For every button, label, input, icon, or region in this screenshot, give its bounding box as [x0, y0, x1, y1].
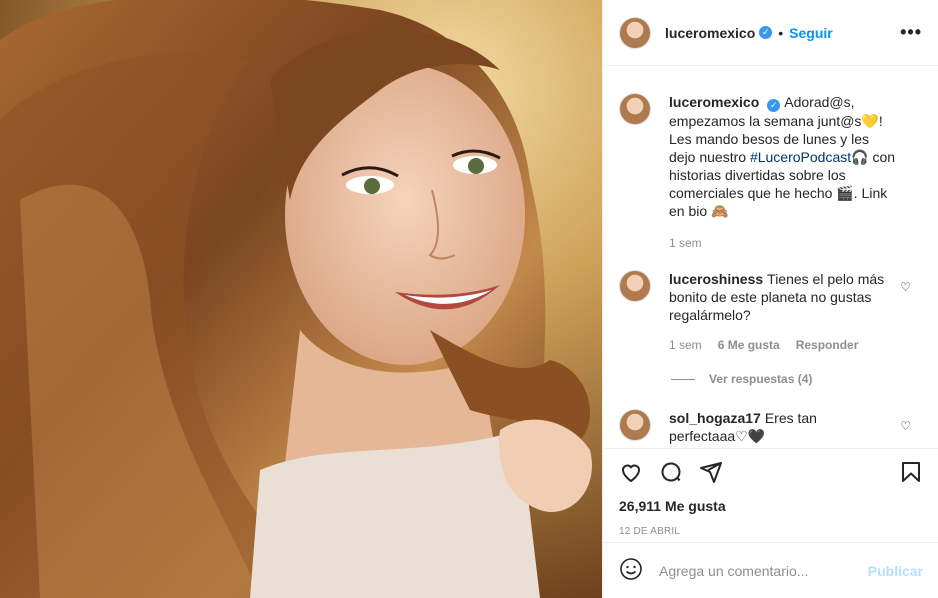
- heart-emoji: 💛: [861, 113, 879, 129]
- author-username[interactable]: luceromexico: [665, 25, 755, 41]
- comment-time[interactable]: 1 sem: [669, 338, 702, 352]
- hashtag-link[interactable]: #LuceroPodcast: [750, 149, 851, 165]
- replies-line: [671, 378, 695, 380]
- comment-input[interactable]: [659, 562, 868, 579]
- comments-list[interactable]: luceromexico ✓ Adorad@s, empezamos la sema…: [603, 67, 938, 448]
- post-actions: 26,911 Me gusta 12 DE ABRIL: [603, 448, 938, 537]
- caption-time[interactable]: 1 sem: [669, 236, 702, 250]
- clapper-emoji: 🎬: [836, 185, 854, 201]
- reply-button[interactable]: Responder: [796, 338, 859, 352]
- commenter-username[interactable]: luceroshiness: [669, 271, 763, 287]
- likes-count[interactable]: 26,911 Me gusta: [603, 498, 938, 514]
- heart-icon[interactable]: [619, 460, 643, 487]
- author-avatar[interactable]: [619, 16, 651, 49]
- caption-text: luceromexico ✓ Adorad@s, empezamos la sema…: [669, 93, 899, 220]
- comment-text: luceroshiness Tienes el pelo más bonito d…: [669, 270, 899, 324]
- comment-item: luceroshiness Tienes el pelo más bonito d…: [603, 270, 938, 352]
- separator-dot: •: [778, 24, 784, 41]
- add-comment-bar: Publicar: [603, 542, 938, 598]
- emoji-icon[interactable]: [619, 557, 643, 584]
- more-options-icon[interactable]: •••: [900, 22, 922, 43]
- face-emoji: 🙈: [711, 203, 729, 219]
- comment-likes[interactable]: 6 Me gusta: [718, 338, 780, 352]
- comment-item: sol_hogaza17 Eres tan perfectaaa♡🖤 ♡: [603, 409, 938, 445]
- commenter-avatar[interactable]: [619, 409, 651, 441]
- post-header: luceromexico ✓ • Seguir •••: [603, 0, 938, 66]
- comment-heart-icon[interactable]: ♡: [900, 419, 911, 433]
- post-image[interactable]: [0, 0, 602, 598]
- share-icon[interactable]: [699, 460, 723, 487]
- commenter-username[interactable]: sol_hogaza17: [669, 410, 761, 426]
- view-replies-label: Ver respuestas (4): [709, 372, 813, 386]
- post-sidebar: luceromexico ✓ • Seguir ••• luceromexico…: [602, 0, 938, 598]
- comment-icon[interactable]: [659, 460, 683, 487]
- post-view: luceromexico ✓ • Seguir ••• luceromexico…: [0, 0, 938, 598]
- comment-text: sol_hogaza17 Eres tan perfectaaa♡🖤: [669, 409, 899, 445]
- publish-button[interactable]: Publicar: [868, 563, 923, 579]
- comment-heart-icon[interactable]: ♡: [900, 280, 911, 294]
- verified-badge-icon: ✓: [767, 99, 781, 112]
- headphones-emoji: 🎧: [851, 149, 869, 165]
- post-date[interactable]: 12 DE ABRIL: [603, 526, 938, 537]
- commenter-avatar[interactable]: [619, 270, 651, 302]
- caption-avatar[interactable]: [619, 93, 651, 125]
- action-icons: [603, 449, 938, 497]
- verified-badge-icon: ✓: [759, 26, 773, 39]
- caption-username[interactable]: luceromexico: [669, 94, 759, 110]
- comment-meta: 1 sem 6 Me gusta Responder: [669, 338, 899, 352]
- caption-meta: 1 sem: [669, 236, 899, 250]
- view-replies-button[interactable]: Ver respuestas (4): [671, 372, 812, 386]
- caption: luceromexico ✓ Adorad@s, empezamos la sema…: [603, 93, 938, 250]
- portrait-illustration: [0, 0, 602, 598]
- follow-button[interactable]: Seguir: [789, 25, 833, 41]
- bookmark-icon[interactable]: [899, 460, 923, 487]
